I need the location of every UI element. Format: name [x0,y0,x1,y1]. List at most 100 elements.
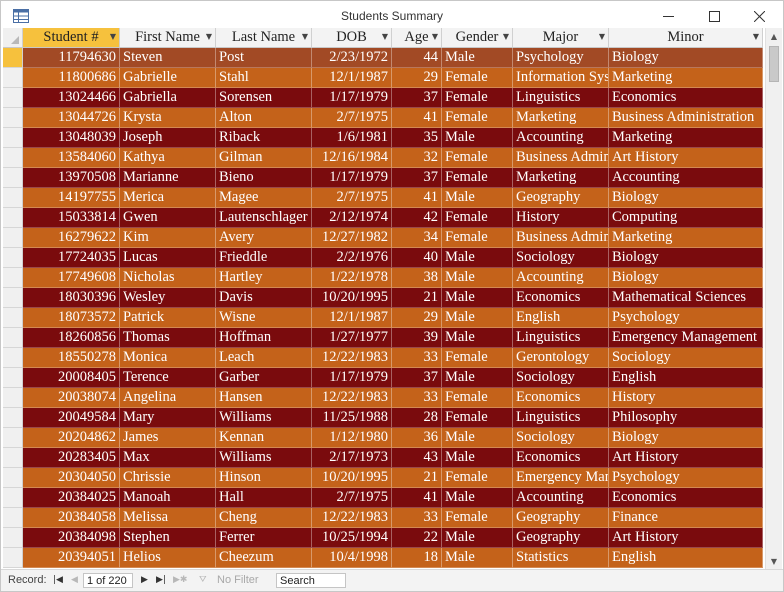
filter-icon[interactable]: ⛛ [199,573,207,588]
table-row[interactable]: 17724035 Lucas Frieddle 2/2/1976 40 Male Socio… [3,248,763,268]
cell-first-name[interactable]: Gabriella [120,88,216,108]
cell-first-name[interactable]: Mary [120,408,216,428]
cell-gender[interactable]: Female [442,208,513,228]
column-filter-dropdown-icon[interactable]: ▼ [206,32,212,41]
table-row[interactable]: 11794630 Steven Post 2/23/1972 44 Male Psychol… [3,48,763,68]
cell-major[interactable]: Accounting [513,488,609,508]
cell-dob[interactable]: 1/27/1977 [312,328,392,348]
cell-dob[interactable]: 12/27/1982 [312,228,392,248]
cell-last-name[interactable]: Post [216,48,312,68]
cell-first-name[interactable]: Lucas [120,248,216,268]
cell-age[interactable]: 41 [392,108,442,128]
cell-student-number[interactable]: 18260856 [23,328,120,348]
cell-dob[interactable]: 2/12/1974 [312,208,392,228]
cell-last-name[interactable]: Kennan [216,428,312,448]
cell-age[interactable]: 37 [392,368,442,388]
table-row[interactable]: 15033814 Gwen Lautenschlager 2/12/1974 42 Fem… [3,208,763,228]
cell-first-name[interactable]: Helios [120,548,216,568]
cell-dob[interactable]: 1/17/1979 [312,88,392,108]
column-filter-dropdown-icon[interactable]: ▼ [599,32,605,41]
cell-first-name[interactable]: Kathya [120,148,216,168]
scroll-down-button[interactable]: ▼ [766,553,782,569]
cell-last-name[interactable]: Bieno [216,168,312,188]
cell-first-name[interactable]: Terence [120,368,216,388]
cell-minor[interactable]: Economics [609,88,763,108]
record-selector[interactable] [3,68,23,88]
record-selector[interactable] [3,308,23,328]
cell-student-number[interactable]: 13044726 [23,108,120,128]
cell-first-name[interactable]: Krysta [120,108,216,128]
cell-first-name[interactable]: Thomas [120,328,216,348]
cell-major[interactable]: Statistics [513,548,609,568]
cell-first-name[interactable]: Max [120,448,216,468]
cell-dob[interactable]: 12/1/1987 [312,308,392,328]
cell-age[interactable]: 34 [392,228,442,248]
cell-last-name[interactable]: Avery [216,228,312,248]
cell-minor[interactable]: English [609,368,763,388]
record-selector[interactable] [3,348,23,368]
cell-age[interactable]: 40 [392,248,442,268]
cell-student-number[interactable]: 20283405 [23,448,120,468]
cell-age[interactable]: 35 [392,128,442,148]
cell-minor[interactable]: Economics [609,488,763,508]
cell-dob[interactable]: 1/17/1979 [312,368,392,388]
cell-student-number[interactable]: 20304050 [23,468,120,488]
table-row[interactable]: 18260856 Thomas Hoffman 1/27/1977 39 Male Ling… [3,328,763,348]
cell-major[interactable]: Business Administration [513,148,609,168]
cell-age[interactable]: 37 [392,168,442,188]
current-record-field[interactable]: 1 of 220 [83,573,133,588]
cell-age[interactable]: 38 [392,268,442,288]
cell-minor[interactable]: Biology [609,268,763,288]
cell-age[interactable]: 29 [392,68,442,88]
cell-last-name[interactable]: Lautenschlager [216,208,312,228]
cell-minor[interactable]: Psychology [609,468,763,488]
cell-dob[interactable]: 1/17/1979 [312,168,392,188]
cell-student-number[interactable]: 15033814 [23,208,120,228]
table-row[interactable]: 20304050 Chrissie Hinson 10/20/1995 21 Female… [3,468,763,488]
select-all-corner[interactable] [3,28,23,48]
cell-age[interactable]: 39 [392,328,442,348]
cell-major[interactable]: Psychology [513,48,609,68]
cell-gender[interactable]: Female [442,168,513,188]
cell-dob[interactable]: 10/20/1995 [312,288,392,308]
cell-major[interactable]: Sociology [513,368,609,388]
table-row[interactable]: 13048039 Joseph Riback 1/6/1981 35 Male Accoun… [3,128,763,148]
cell-last-name[interactable]: Riback [216,128,312,148]
cell-minor[interactable]: Marketing [609,128,763,148]
cell-major[interactable]: Emergency Management [513,468,609,488]
cell-first-name[interactable]: Steven [120,48,216,68]
cell-age[interactable]: 21 [392,468,442,488]
cell-gender[interactable]: Female [442,348,513,368]
cell-major[interactable]: Geography [513,188,609,208]
record-selector[interactable] [3,208,23,228]
cell-last-name[interactable]: Alton [216,108,312,128]
cell-gender[interactable]: Male [442,328,513,348]
cell-student-number[interactable]: 20384098 [23,528,120,548]
record-selector[interactable] [3,508,23,528]
cell-major[interactable]: Accounting [513,268,609,288]
cell-student-number[interactable]: 20394051 [23,548,120,568]
cell-gender[interactable]: Female [442,408,513,428]
cell-major[interactable]: Sociology [513,248,609,268]
table-row[interactable]: 16279622 Kim Avery 12/27/1982 34 Female Busine… [3,228,763,248]
record-selector[interactable] [3,428,23,448]
cell-minor[interactable]: Biology [609,428,763,448]
cell-last-name[interactable]: Davis [216,288,312,308]
cell-major[interactable]: Information Systems [513,68,609,88]
cell-student-number[interactable]: 20038074 [23,388,120,408]
cell-minor[interactable]: Mathematical Sciences [609,288,763,308]
table-row[interactable]: 18550278 Monica Leach 12/22/1983 33 Female Ger… [3,348,763,368]
cell-minor[interactable]: Sociology [609,348,763,368]
cell-gender[interactable]: Female [442,148,513,168]
cell-minor[interactable]: History [609,388,763,408]
table-row[interactable]: 13970508 Marianne Bieno 1/17/1979 37 Female Ma… [3,168,763,188]
table-row[interactable]: 18073572 Patrick Wisne 12/1/1987 29 Male Engli… [3,308,763,328]
cell-student-number[interactable]: 20384025 [23,488,120,508]
cell-minor[interactable]: Computing [609,208,763,228]
cell-last-name[interactable]: Williams [216,448,312,468]
table-row[interactable]: 20384025 Manoah Hall 2/7/1975 41 Male Accounti… [3,488,763,508]
cell-major[interactable]: Gerontology [513,348,609,368]
cell-minor[interactable]: Marketing [609,228,763,248]
cell-age[interactable]: 44 [392,48,442,68]
cell-minor[interactable]: Art History [609,528,763,548]
